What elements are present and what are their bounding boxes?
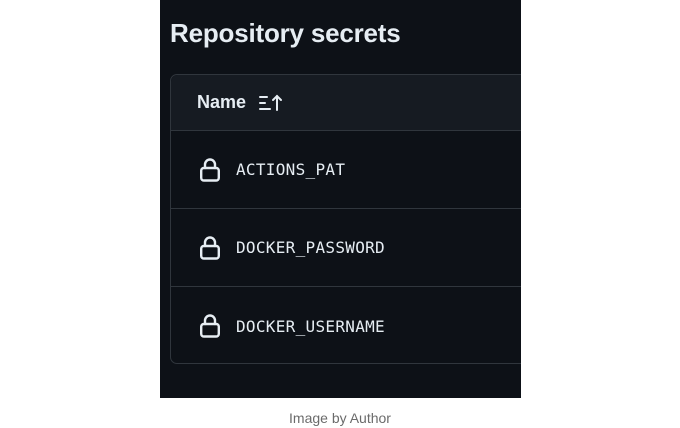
secret-name: DOCKER_USERNAME — [236, 316, 385, 336]
column-header-name: Name — [197, 92, 247, 112]
lock-icon — [199, 157, 221, 183]
table-row[interactable]: ACTIONS_PAT — [171, 131, 521, 209]
secrets-table: Name ACTIONS_PAT DOCKER_PASSWORD DOCKER_… — [170, 74, 521, 364]
secret-name: ACTIONS_PAT — [236, 160, 346, 179]
table-row[interactable]: DOCKER_PASSWORD — [171, 209, 521, 287]
sort-ascending-icon[interactable] — [258, 94, 284, 112]
table-row[interactable]: DOCKER_USERNAME — [171, 287, 521, 365]
table-header: Name — [171, 75, 521, 131]
lock-icon — [199, 235, 221, 261]
screenshot-panel: Repository secrets Name ACTIONS_PAT DOCK… — [160, 0, 521, 398]
secret-name: DOCKER_PASSWORD — [236, 238, 385, 257]
image-caption: Image by Author — [289, 410, 391, 426]
page-title: Repository secrets — [170, 18, 401, 48]
lock-icon — [199, 313, 221, 339]
